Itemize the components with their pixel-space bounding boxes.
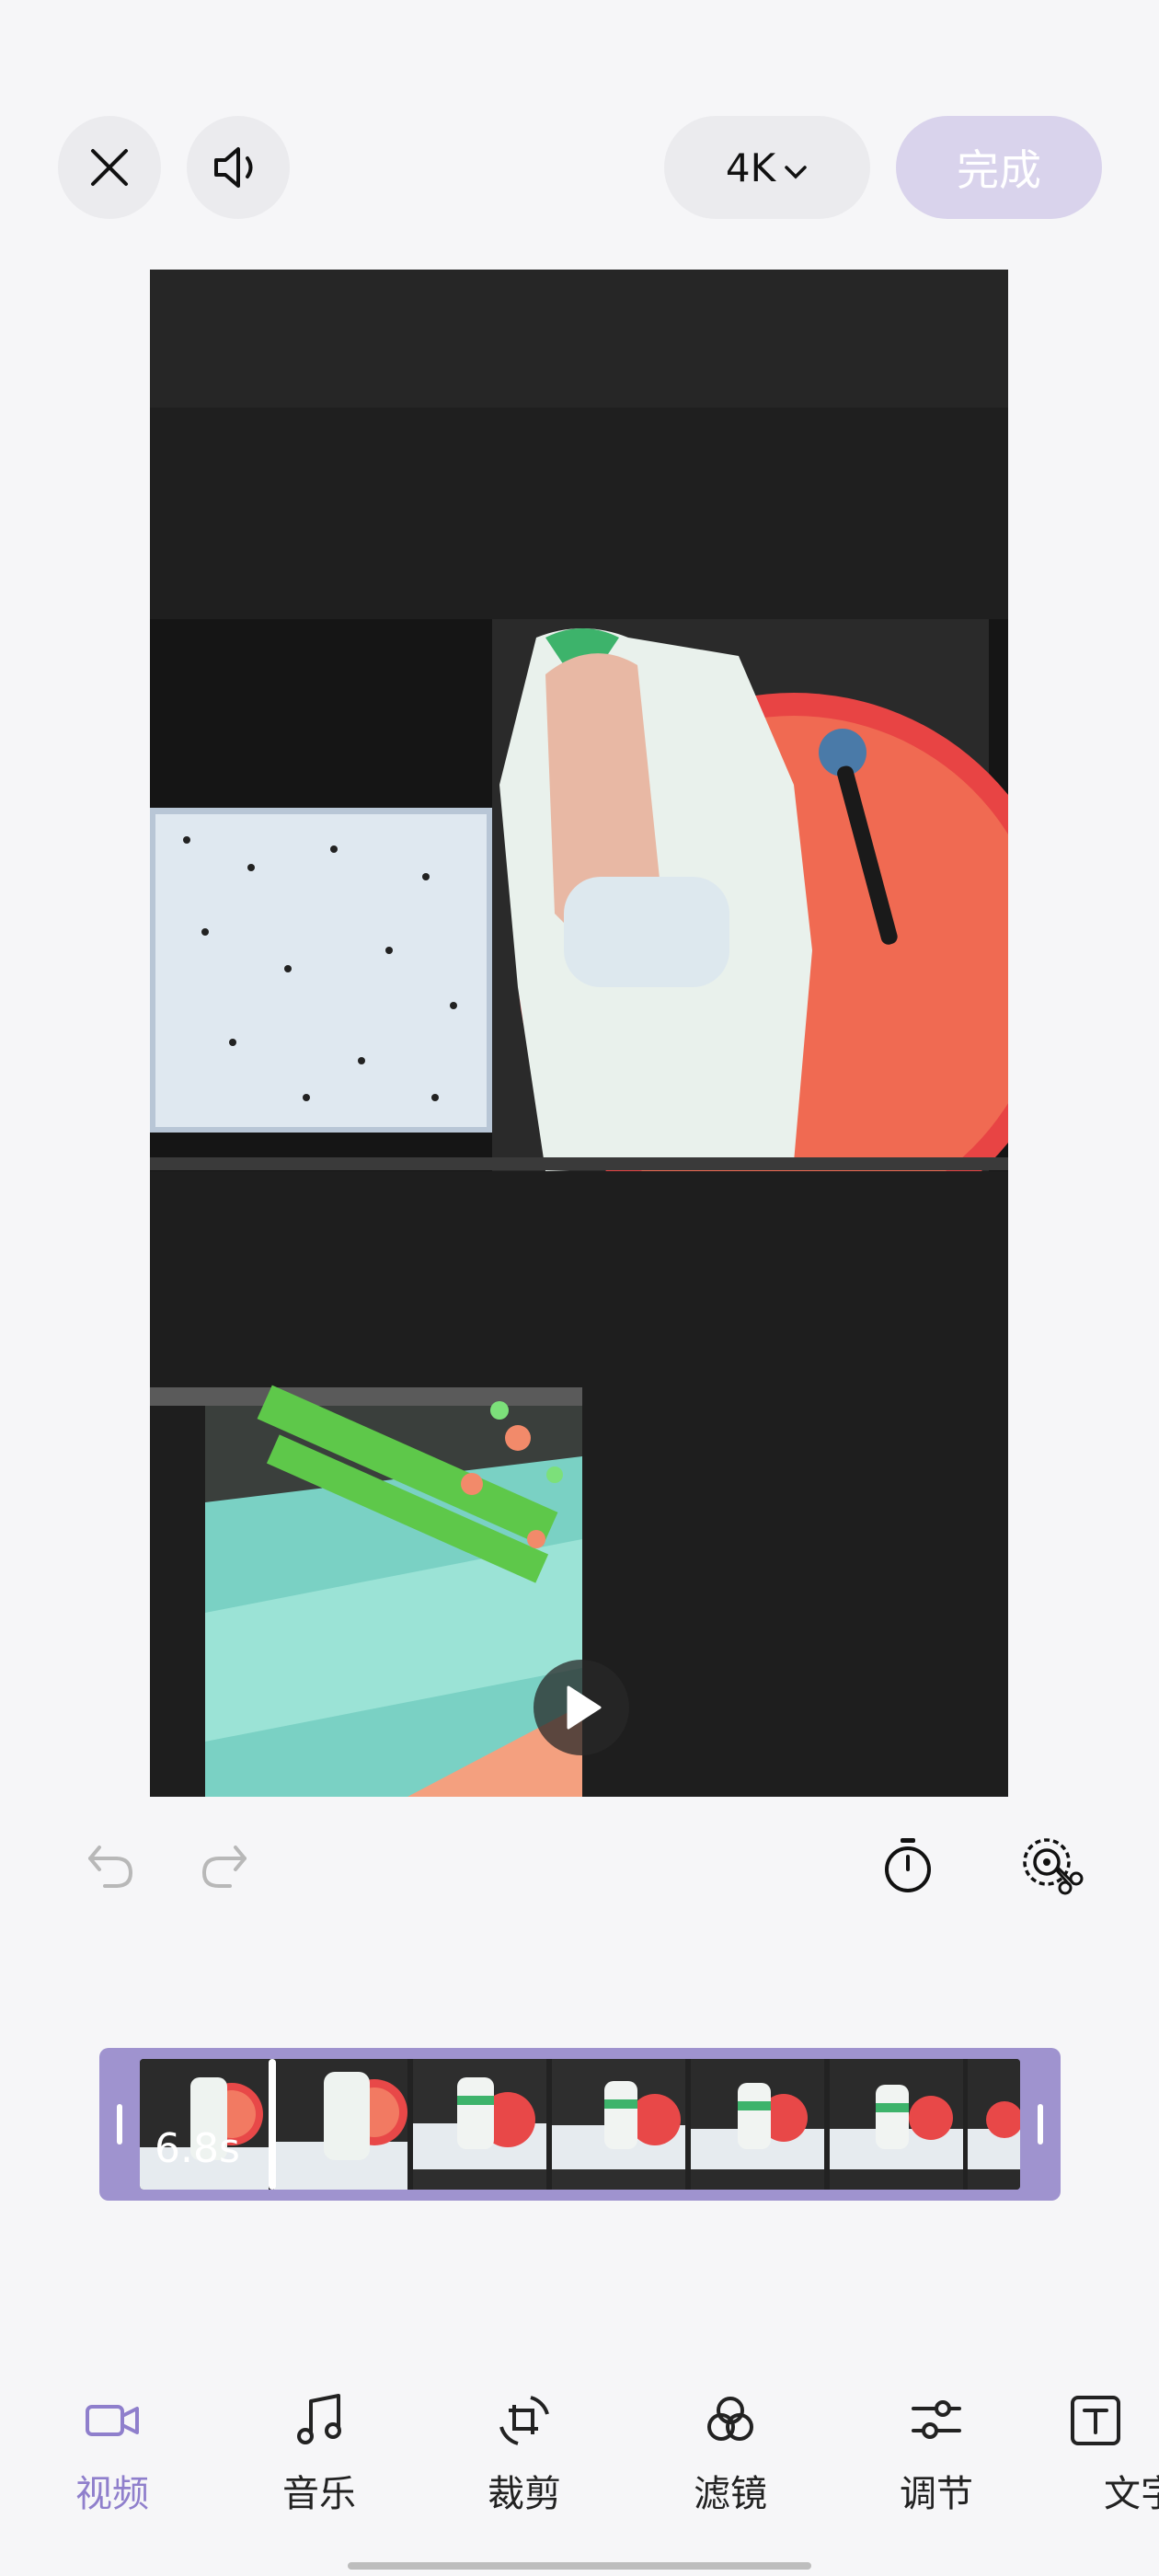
tab-music-label: 音乐: [282, 2473, 356, 2515]
chevron-down-icon: [783, 145, 809, 190]
timeline-trimmer[interactable]: 6.8s: [99, 2048, 1061, 2201]
redo-button[interactable]: [197, 1838, 252, 1897]
done-label: 完成: [957, 145, 1041, 195]
tab-crop-label: 裁剪: [488, 2473, 561, 2515]
tab-text[interactable]: 文字: [1056, 2390, 1159, 2519]
playhead[interactable]: [269, 2059, 276, 2190]
play-button[interactable]: [534, 1660, 629, 1755]
tab-video-label: 视频: [75, 2473, 149, 2515]
undo-button[interactable]: [83, 1838, 138, 1897]
music-icon: [297, 2394, 341, 2444]
filter-icon: [707, 2397, 753, 2441]
tab-filter[interactable]: 滤镜: [648, 2390, 813, 2519]
trim-handle-right[interactable]: [1038, 2104, 1043, 2145]
smart-cut-button[interactable]: [1019, 1834, 1084, 1903]
tab-video[interactable]: 视频: [29, 2390, 195, 2519]
trim-handle-left[interactable]: [117, 2104, 122, 2145]
smart-cut-icon: [1023, 1838, 1084, 1895]
video-icon: [86, 2405, 139, 2436]
thumbnail-strip[interactable]: 6.8s: [140, 2059, 1020, 2190]
adjust-icon: [912, 2400, 961, 2439]
video-preview[interactable]: [150, 270, 1008, 1797]
video-frame-image: [150, 270, 1008, 1797]
redo-icon: [201, 1846, 247, 1888]
tab-text-label: 文字: [1104, 2473, 1159, 2515]
tab-adjust[interactable]: 调节: [854, 2390, 1019, 2519]
crop-icon: [499, 2396, 549, 2445]
play-icon: [567, 1685, 602, 1730]
close-button[interactable]: [58, 116, 161, 219]
speaker-icon: [214, 147, 253, 188]
resolution-label: 4K: [725, 144, 776, 190]
home-indicator[interactable]: [348, 2562, 811, 2570]
tab-adjust-label: 调节: [900, 2473, 973, 2515]
timer-button[interactable]: [879, 1836, 936, 1899]
duration-label: 6.8s: [155, 2125, 240, 2172]
tab-crop[interactable]: 裁剪: [442, 2390, 607, 2519]
tab-music[interactable]: 音乐: [236, 2390, 402, 2519]
volume-button[interactable]: [187, 116, 290, 219]
stopwatch-icon: [885, 1838, 931, 1892]
close-icon: [91, 149, 128, 186]
text-icon: [1071, 2396, 1120, 2445]
done-button[interactable]: 完成: [896, 116, 1102, 219]
tab-filter-label: 滤镜: [694, 2473, 767, 2515]
resolution-selector[interactable]: 4K: [664, 116, 870, 219]
undo-icon: [88, 1846, 133, 1888]
